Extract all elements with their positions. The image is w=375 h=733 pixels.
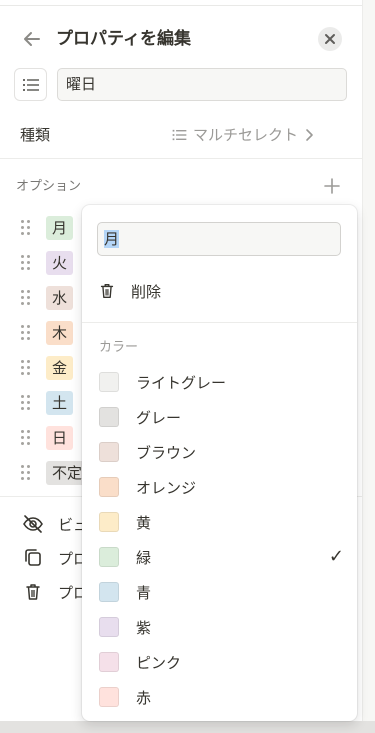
color-label: 紫 (136, 618, 152, 637)
color-label: オレンジ (136, 478, 197, 497)
color-option[interactable]: ピンク (99, 650, 344, 674)
plus-icon (324, 178, 340, 194)
drag-handle-icon[interactable] (21, 360, 31, 376)
option-row[interactable]: 土 (0, 389, 90, 417)
drag-handle-icon[interactable] (21, 395, 31, 411)
option-tag: 木 (46, 321, 74, 345)
close-button[interactable] (318, 27, 342, 51)
option-row[interactable]: 水 (0, 284, 90, 312)
color-swatch (99, 687, 119, 707)
delete-option-label: 削除 (131, 282, 162, 301)
color-swatch (99, 652, 119, 672)
trash-icon (26, 584, 40, 600)
bottom-scroll-edge (0, 721, 375, 733)
option-row[interactable]: 日 (0, 424, 90, 452)
color-option[interactable]: 紫 (99, 615, 344, 639)
type-select[interactable]: マルチセレクト (172, 124, 314, 146)
color-swatch (99, 512, 119, 532)
option-tag: 日 (46, 426, 74, 450)
type-value: マルチセレクト (193, 126, 299, 144)
property-type-icon-button[interactable] (14, 68, 47, 101)
color-swatch (99, 547, 119, 567)
close-icon (325, 34, 335, 44)
chevron-right-icon (306, 129, 313, 141)
option-tag: 金 (46, 356, 74, 380)
list-icon (22, 78, 39, 91)
color-label: 黄 (136, 513, 152, 532)
color-label: 青 (136, 583, 152, 602)
option-row[interactable]: 月 (0, 214, 90, 242)
divider (0, 158, 362, 159)
color-swatch (99, 617, 119, 637)
option-edit-menu: 月 削除 カラー ライトグレー グレー ブラウン オレンジ黄緑 ✓ 青紫ピンク赤 (82, 205, 357, 721)
drag-handle-icon[interactable] (21, 290, 31, 306)
option-tag: 月 (46, 216, 74, 240)
color-label: 緑 (136, 548, 152, 567)
option-row[interactable]: 木 (0, 319, 90, 347)
drag-handle-icon[interactable] (21, 465, 31, 481)
option-tag: 火 (46, 251, 74, 275)
color-option[interactable]: 緑 ✓ (99, 545, 344, 569)
color-label: ライトグレー (136, 373, 227, 392)
hide-in-view-item[interactable]: ビュ (22, 512, 88, 536)
background-page-edge (362, 0, 375, 733)
option-tag: 水 (46, 286, 74, 310)
color-label: ピンク (136, 653, 182, 672)
trash-icon (100, 283, 114, 299)
color-option[interactable]: 赤 (99, 685, 344, 709)
divider (82, 322, 357, 323)
color-option[interactable]: グレー (99, 405, 344, 429)
divider (0, 5, 362, 6)
color-option[interactable]: ライトグレー (99, 370, 344, 394)
color-swatch (99, 582, 119, 602)
color-label: ブラウン (136, 443, 197, 462)
option-name-value: 月 (104, 230, 120, 248)
colors-header: カラー (99, 340, 139, 355)
duplicate-property-item[interactable]: プロ (22, 546, 88, 570)
drag-handle-icon[interactable] (21, 220, 31, 236)
color-swatch (99, 442, 119, 462)
checkmark-icon: ✓ (328, 546, 344, 567)
option-tag: 土 (46, 391, 74, 415)
option-row[interactable]: 不定 (0, 459, 90, 487)
delete-option-button[interactable]: 削除 (97, 279, 161, 303)
eye-slash-icon (23, 515, 43, 533)
color-option[interactable]: オレンジ (99, 475, 344, 499)
color-swatch (99, 477, 119, 497)
options-label: オプション (16, 179, 82, 194)
color-option[interactable]: ブラウン (99, 440, 344, 464)
color-swatch (99, 407, 119, 427)
back-arrow-icon[interactable] (20, 27, 44, 51)
option-name-input[interactable]: 月 (97, 222, 341, 256)
add-option-button[interactable] (321, 175, 343, 197)
color-label: グレー (136, 408, 182, 427)
list-icon (172, 129, 187, 141)
drag-handle-icon[interactable] (21, 325, 31, 341)
duplicate-icon (25, 549, 41, 566)
page-title: プロパティを編集 (56, 29, 191, 49)
color-swatch (99, 372, 119, 392)
drag-handle-icon[interactable] (21, 430, 31, 446)
delete-property-item[interactable]: プロ (22, 580, 88, 604)
drag-handle-icon[interactable] (21, 255, 31, 271)
color-label: 赤 (136, 688, 152, 707)
option-row[interactable]: 金 (0, 354, 90, 382)
type-label: 種類 (20, 126, 51, 144)
property-name-input[interactable]: 曜日 (57, 68, 347, 101)
option-row[interactable]: 火 (0, 249, 90, 277)
color-option[interactable]: 黄 (99, 510, 344, 534)
color-option[interactable]: 青 (99, 580, 344, 604)
